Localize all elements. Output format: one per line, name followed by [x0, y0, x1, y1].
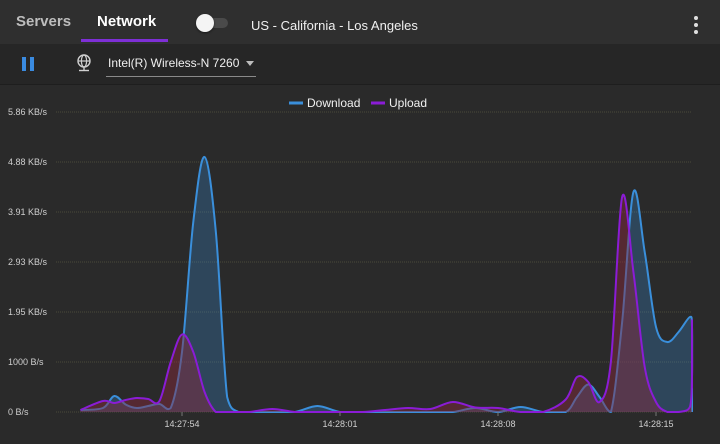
y-axis: 0 B/s 1000 B/s 1.95 KB/s 2.93 KB/s 3.91 KB/s…	[8, 107, 48, 417]
download-legend-label: Download	[307, 96, 360, 110]
dot	[694, 30, 698, 34]
location-label: US - California - Los Angeles	[251, 18, 418, 33]
top-bar: Servers Network US - California - Los An…	[0, 0, 720, 44]
pause-bar	[22, 57, 26, 71]
dot	[694, 23, 698, 27]
chevron-down-icon	[246, 61, 254, 66]
pause-bar	[30, 57, 34, 71]
vpn-toggle[interactable]	[196, 14, 230, 32]
x-tick-label: 14:28:15	[638, 419, 673, 429]
traffic-chart-svg: 0 B/s 1000 B/s 1.95 KB/s 2.93 KB/s 3.91 KB/s…	[8, 96, 694, 429]
dot	[694, 16, 698, 20]
chart-grid	[56, 111, 692, 413]
upload-legend-label: Upload	[389, 96, 427, 110]
x-tick-label: 14:28:01	[322, 419, 357, 429]
x-tick-label: 14:28:08	[480, 419, 515, 429]
chart-legend: Download Upload	[289, 96, 427, 110]
network-traffic-chart: 0 B/s 1000 B/s 1.95 KB/s 2.93 KB/s 3.91 KB/s…	[0, 85, 720, 444]
upload-area	[80, 194, 693, 412]
y-tick-label: 1.95 KB/s	[8, 307, 48, 317]
tab-servers[interactable]: Servers	[16, 0, 71, 42]
y-tick-label: 0 B/s	[8, 407, 29, 417]
x-axis: 14:27:54 14:28:01 14:28:08 14:28:15	[164, 412, 674, 429]
globe-network-icon	[77, 54, 91, 72]
active-tab-indicator	[81, 39, 168, 42]
y-tick-label: 5.86 KB/s	[8, 107, 48, 117]
y-tick-label: 3.91 KB/s	[8, 207, 48, 217]
network-adapter-select[interactable]: Intel(R) Wireless-N 7260	[106, 52, 256, 77]
more-vert-icon[interactable]	[692, 16, 700, 36]
y-tick-label: 4.88 KB/s	[8, 157, 48, 167]
tab-network[interactable]: Network	[97, 0, 156, 42]
y-tick-label: 1000 B/s	[8, 357, 44, 367]
x-tick-label: 14:27:54	[164, 419, 199, 429]
chart-series	[80, 155, 694, 414]
adapter-select-label: Intel(R) Wireless-N 7260	[108, 56, 240, 70]
y-tick-label: 2.93 KB/s	[8, 257, 48, 267]
pause-icon[interactable]	[22, 57, 34, 71]
toggle-knob	[196, 14, 214, 32]
